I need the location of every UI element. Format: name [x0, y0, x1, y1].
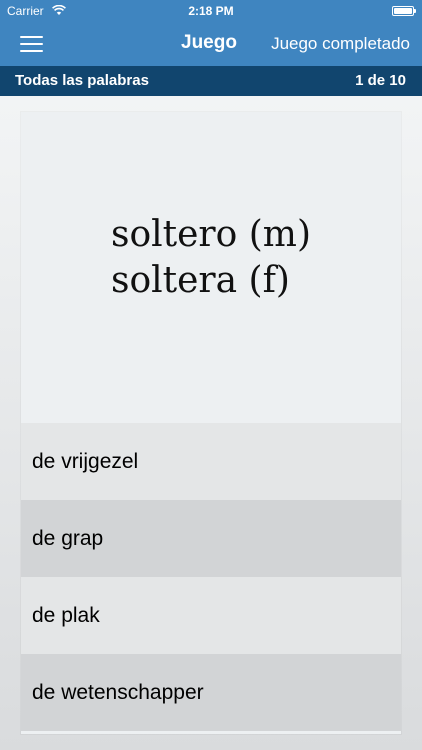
answer-option-label: de wetenschapper — [32, 681, 204, 704]
game-completed-button[interactable]: Juego completado — [271, 34, 410, 54]
answer-options: de vrijgezel de grap de plak de wetensch… — [21, 423, 401, 731]
word-list-label: Todas las palabras — [15, 72, 149, 89]
battery-icon — [392, 6, 416, 16]
progress-counter: 1 de 10 — [355, 72, 406, 89]
answer-option-label: de plak — [32, 604, 100, 627]
answer-option-label: de vrijgezel — [32, 450, 139, 473]
status-time: 2:18 PM — [188, 4, 234, 18]
answer-option-label: de grap — [32, 527, 104, 550]
answer-option[interactable]: de plak — [21, 577, 401, 654]
answer-option[interactable]: de wetenschapper — [21, 654, 401, 731]
quiz-card: soltero (m) soltera (f) de vrijgezel de … — [21, 112, 401, 734]
prompt-line-feminine: soltera (f) — [111, 259, 290, 301]
navigation-bar: Juego Juego completado — [0, 22, 422, 66]
prompt-word: soltero (m) soltera (f) — [21, 112, 401, 423]
hamburger-menu-icon[interactable] — [20, 36, 43, 53]
status-bar: Carrier 2:18 PM — [0, 0, 422, 22]
answer-option[interactable]: de grap — [21, 500, 401, 577]
prompt-line-masculine: soltero (m) — [111, 213, 311, 255]
answer-option[interactable]: de vrijgezel — [21, 423, 401, 500]
page-title: Juego — [181, 32, 237, 53]
sub-header: Todas las palabras 1 de 10 — [0, 66, 422, 96]
